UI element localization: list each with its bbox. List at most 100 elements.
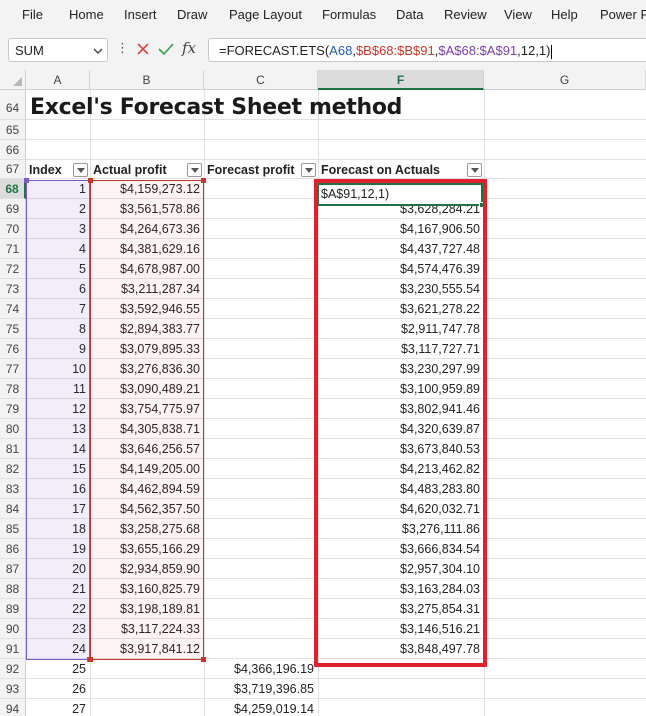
cell-forecast-actuals[interactable]: $4,437,727.48 [318,239,484,258]
cell-index[interactable]: 5 [26,259,90,278]
row-header-89[interactable]: 89 [0,599,26,619]
cell-index[interactable]: 12 [26,399,90,418]
cell-index[interactable]: 4 [26,239,90,258]
fill-handle[interactable] [479,202,485,208]
cell-actual[interactable]: $3,646,256.57 [90,439,204,458]
cell-forecast-actuals[interactable]: $3,230,555.54 [318,279,484,298]
row-header-86[interactable]: 86 [0,539,26,559]
column-header-f[interactable]: F [318,70,484,90]
row-header-93[interactable]: 93 [0,679,26,699]
cell-forecast[interactable]: $3,719,396.85 [204,679,318,698]
cell-forecast[interactable]: $4,366,196.19 [204,659,318,678]
row-header-72[interactable]: 72 [0,259,26,279]
cell-actual[interactable]: $4,149,205.00 [90,459,204,478]
row-header-66[interactable]: 66 [0,140,26,160]
cell-actual[interactable]: $2,934,859.90 [90,559,204,578]
cell-actual[interactable]: $3,561,578.86 [90,199,204,218]
cell-actual[interactable]: $4,381,629.16 [90,239,204,258]
cell-index[interactable]: 6 [26,279,90,298]
row-header-65[interactable]: 65 [0,120,26,140]
cell-actual[interactable]: $4,305,838.71 [90,419,204,438]
cell-actual[interactable]: $3,211,287.34 [90,279,204,298]
row-header-83[interactable]: 83 [0,479,26,499]
row-header-70[interactable]: 70 [0,219,26,239]
cell-index[interactable]: 22 [26,599,90,618]
cell-forecast-actuals[interactable]: $3,276,111.86 [318,519,484,538]
row-header-82[interactable]: 82 [0,459,26,479]
cell-actual[interactable]: $4,264,673.36 [90,219,204,238]
cell-index[interactable]: 23 [26,619,90,638]
cell-actual[interactable]: $2,894,383.77 [90,319,204,338]
cell-forecast-actuals[interactable]: $3,848,497.78 [318,639,484,658]
menu-home[interactable]: Home [69,7,104,22]
row-header-73[interactable]: 73 [0,279,26,299]
menu-help[interactable]: Help [551,7,578,22]
cell-index[interactable]: 2 [26,199,90,218]
cell-forecast-actuals[interactable]: $3,230,297.99 [318,359,484,378]
select-all-corner[interactable] [0,70,26,90]
cell-actual[interactable]: $3,655,166.29 [90,539,204,558]
cell-forecast-actuals[interactable]: $4,574,476.39 [318,259,484,278]
row-header-75[interactable]: 75 [0,319,26,339]
row-header-85[interactable]: 85 [0,519,26,539]
row-header-92[interactable]: 92 [0,659,26,679]
cell-actual[interactable]: $3,090,489.21 [90,379,204,398]
cell-index[interactable]: 8 [26,319,90,338]
name-box[interactable]: SUM [8,38,108,62]
menu-insert[interactable]: Insert [124,7,157,22]
menu-page-layout[interactable]: Page Layout [229,7,302,22]
cell-actual[interactable]: $3,917,841.12 [90,639,204,658]
row-header-64[interactable]: 64 [0,90,26,120]
cell-index[interactable]: 13 [26,419,90,438]
cell-forecast-actuals[interactable]: $2,957,304.10 [318,559,484,578]
row-header-67[interactable]: 67 [0,160,26,179]
row-header-81[interactable]: 81 [0,439,26,459]
row-header-84[interactable]: 84 [0,499,26,519]
cell-actual[interactable]: $3,117,224.33 [90,619,204,638]
row-header-69[interactable]: 69 [0,199,26,219]
enter-check-icon[interactable] [158,42,174,56]
row-header-88[interactable]: 88 [0,579,26,599]
cell-forecast-actuals[interactable]: $3,802,941.46 [318,399,484,418]
filter-dropdown-icon[interactable] [73,163,88,177]
row-header-76[interactable]: 76 [0,339,26,359]
filter-dropdown-icon[interactable] [467,163,482,177]
cell-forecast[interactable]: $4,259,019.14 [204,699,318,716]
cell-forecast-actuals[interactable]: $4,320,639.87 [318,419,484,438]
cell-index[interactable]: 27 [26,699,90,716]
menu-draw[interactable]: Draw [177,7,207,22]
cell-index[interactable]: 16 [26,479,90,498]
active-cell-editor[interactable]: $A$91,12,1) [317,183,485,208]
cell-forecast-actuals[interactable]: $4,483,283.80 [318,479,484,498]
cell-index[interactable]: 17 [26,499,90,518]
cell-actual[interactable]: $4,678,987.00 [90,259,204,278]
cell-index[interactable]: 26 [26,679,90,698]
row-header-74[interactable]: 74 [0,299,26,319]
cell-actual[interactable]: $3,258,275.68 [90,519,204,538]
row-header-68[interactable]: 68 [0,179,26,199]
more-options-icon[interactable]: ⋮ [116,40,129,56]
cell-forecast-actuals[interactable]: $3,673,840.53 [318,439,484,458]
cell-index[interactable]: 25 [26,659,90,678]
cell-forecast-actuals[interactable]: $3,163,284.03 [318,579,484,598]
cell-actual[interactable]: $4,462,894.59 [90,479,204,498]
menu-formulas[interactable]: Formulas [322,7,376,22]
menu-data[interactable]: Data [396,7,423,22]
column-header-g[interactable]: G [484,70,646,90]
row-header-77[interactable]: 77 [0,359,26,379]
cell-index[interactable]: 1 [26,179,90,198]
filter-dropdown-icon[interactable] [187,163,202,177]
filter-dropdown-icon[interactable] [301,163,316,177]
row-header-78[interactable]: 78 [0,379,26,399]
row-header-91[interactable]: 91 [0,639,26,659]
row-header-71[interactable]: 71 [0,239,26,259]
cell-index[interactable]: 11 [26,379,90,398]
insert-function-icon[interactable]: fx [182,39,196,57]
cell-forecast-actuals[interactable]: $4,620,032.71 [318,499,484,518]
cell-actual[interactable]: $4,159,273.12 [90,179,204,198]
cell-index[interactable]: 18 [26,519,90,538]
cell-index[interactable]: 24 [26,639,90,658]
cell-actual[interactable]: $3,754,775.97 [90,399,204,418]
cell-forecast-actuals[interactable]: $3,621,278.22 [318,299,484,318]
cell-actual[interactable]: $3,592,946.55 [90,299,204,318]
